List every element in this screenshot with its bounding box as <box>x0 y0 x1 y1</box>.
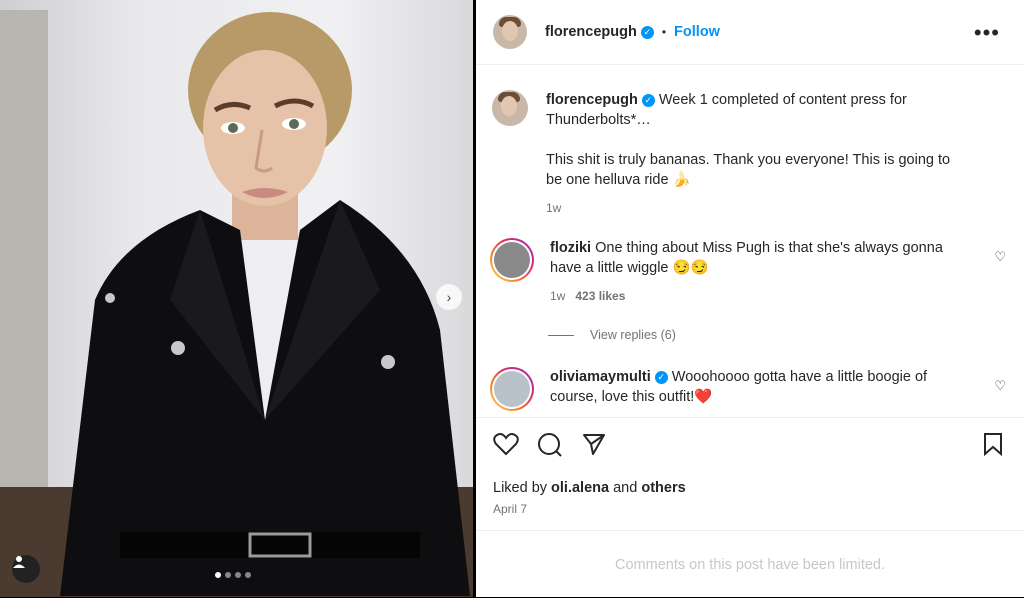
comment-likes[interactable]: 423 likes <box>575 289 625 303</box>
carousel-dot <box>225 572 231 578</box>
comment-oliviamaymulti: oliviamaymulti ✓ Wooohoooo gotta have a l… <box>490 367 970 411</box>
caption-timestamp: 1w <box>546 201 562 215</box>
liked-by-others[interactable]: others <box>641 480 685 496</box>
post-photo[interactable]: › <box>0 0 473 597</box>
post-panel: florencepugh ✓ • Follow ••• florencepugh… <box>476 0 1024 597</box>
caption-username[interactable]: florencepugh <box>546 92 638 108</box>
carousel-dot <box>235 572 241 578</box>
comments-limited-notice: Comments on this post have been limited. <box>476 530 1024 598</box>
replies-line <box>548 334 574 336</box>
caption-text-line2: This shit is truly bananas. Thank you ev… <box>546 152 951 188</box>
post-header: florencepugh ✓ • Follow ••• <box>476 0 1024 65</box>
share-send-icon[interactable] <box>582 432 606 456</box>
carousel-dot <box>215 572 221 578</box>
verified-badge-icon: ✓ <box>654 370 668 384</box>
comment-floziki: floziki One thing about Miss Pugh is tha… <box>490 238 970 306</box>
user-icon <box>13 556 25 568</box>
next-photo-button[interactable]: › <box>436 284 462 310</box>
commenter-avatar[interactable] <box>490 367 534 411</box>
author-avatar[interactable] <box>493 15 527 49</box>
view-replies-label: View replies (6) <box>590 328 676 342</box>
commenter-avatar[interactable] <box>490 238 534 282</box>
verified-badge-icon: ✓ <box>641 93 655 107</box>
chevron-right-icon: › <box>446 289 452 305</box>
author-avatar[interactable] <box>492 90 528 126</box>
carousel-dot <box>245 572 251 578</box>
commenter-username[interactable]: oliviamaymulti <box>550 369 651 385</box>
caption: florencepugh ✓ Week 1 completed of conten… <box>492 90 966 218</box>
like-comment-heart-icon[interactable]: ♡ <box>994 249 1006 265</box>
photo-subject <box>60 12 470 596</box>
verified-badge-icon: ✓ <box>640 25 654 39</box>
liked-by-prefix: Liked by <box>493 480 548 496</box>
comment-bubble-icon[interactable] <box>537 432 563 458</box>
liked-by-and: and <box>613 480 638 496</box>
comment-meta: 1w 423 likes <box>550 286 970 306</box>
follow-button[interactable]: Follow <box>674 24 720 40</box>
post-actions <box>476 417 1024 474</box>
like-heart-icon[interactable] <box>493 432 519 456</box>
post-date: April 7 <box>493 502 528 516</box>
comments-section: florencepugh ✓ Week 1 completed of conten… <box>476 65 1024 415</box>
liked-by: Liked by oli.alena and others <box>493 480 686 496</box>
save-bookmark-icon[interactable] <box>982 432 1004 456</box>
tagged-users-button[interactable] <box>12 555 40 583</box>
view-replies-button[interactable]: View replies (6) <box>548 328 676 342</box>
liked-by-user[interactable]: oli.alena <box>551 480 609 496</box>
red-heart-emoji: ❤️ <box>694 389 713 405</box>
carousel-indicator <box>215 572 251 578</box>
author-username[interactable]: florencepugh <box>545 24 637 40</box>
like-comment-heart-icon[interactable]: ♡ <box>994 378 1006 394</box>
more-options-icon[interactable]: ••• <box>974 20 1000 46</box>
comment-time: 1w <box>550 289 566 303</box>
commenter-username[interactable]: floziki <box>550 240 591 256</box>
separator-dot: • <box>661 25 667 39</box>
comment-text: One thing about Miss Pugh is that she's … <box>550 240 943 276</box>
